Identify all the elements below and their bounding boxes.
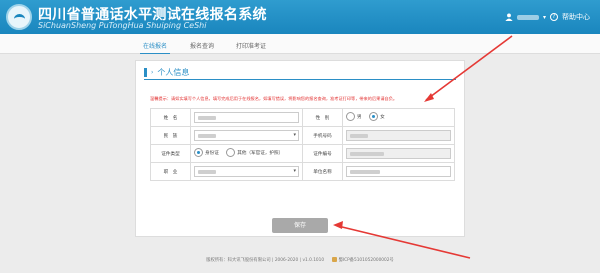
annotation-overlay — [333, 35, 513, 259]
annotation-arrow-save — [337, 225, 471, 259]
annotation-arrow-notice — [425, 35, 513, 101]
annotation-arrowhead-save — [333, 221, 343, 229]
